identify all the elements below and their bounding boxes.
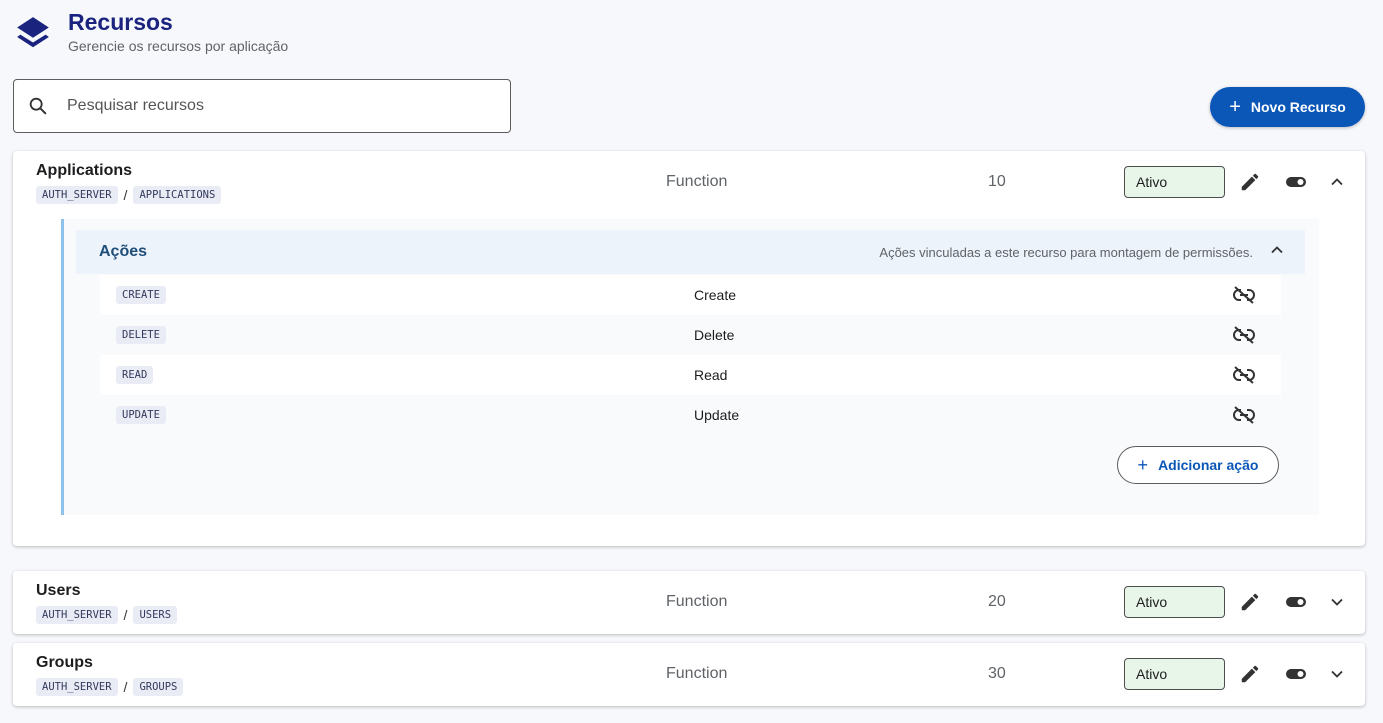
path-separator: / xyxy=(123,607,128,623)
page-subtitle: Gerencie os recursos por aplicação xyxy=(68,38,289,54)
page-title: Recursos xyxy=(68,9,173,35)
action-code: UPDATE xyxy=(116,406,166,424)
chevron-down-icon[interactable] xyxy=(1325,590,1349,614)
page-header: Recursos Gerencie os recursos por aplica… xyxy=(14,6,288,54)
toggle-icon[interactable] xyxy=(1284,590,1308,614)
path-chip: USERS xyxy=(133,606,178,624)
action-label: Create xyxy=(694,287,737,303)
search-box[interactable] xyxy=(13,79,511,133)
resource-type: Function xyxy=(666,593,728,610)
action-label: Delete xyxy=(694,327,735,343)
action-code: DELETE xyxy=(116,326,166,344)
search-input[interactable] xyxy=(65,96,469,116)
search-icon xyxy=(29,97,47,115)
path-separator: / xyxy=(123,187,128,203)
resource-row[interactable]: Users AUTH_SERVER / USERS Function 20 At… xyxy=(13,571,1365,635)
new-resource-button[interactable]: + Novo Recurso xyxy=(1210,87,1365,127)
chevron-up-icon[interactable] xyxy=(1325,170,1349,194)
resource-order: 30 xyxy=(988,665,1006,682)
status-badge: Ativo xyxy=(1124,166,1225,198)
status-badge: Ativo xyxy=(1124,586,1225,618)
chevron-down-icon[interactable] xyxy=(1325,662,1349,686)
resource-name: Groups xyxy=(36,654,93,671)
new-resource-label: Novo Recurso xyxy=(1250,99,1346,115)
pencil-icon[interactable] xyxy=(1238,662,1262,686)
action-row: UPDATE Update xyxy=(100,395,1281,435)
resource-row[interactable]: Applications AUTH_SERVER / APPLICATIONS … xyxy=(13,151,1365,215)
action-row: DELETE Delete xyxy=(100,315,1281,355)
path-separator: / xyxy=(123,679,128,695)
action-row: CREATE Create xyxy=(100,275,1281,315)
plus-icon: + xyxy=(1229,96,1241,118)
link-off-icon[interactable] xyxy=(1232,323,1256,347)
toggle-icon[interactable] xyxy=(1284,662,1308,686)
actions-header[interactable]: Ações Ações vinculadas a este recurso pa… xyxy=(76,230,1305,274)
resource-path: AUTH_SERVER / GROUPS xyxy=(36,678,184,696)
link-off-icon[interactable] xyxy=(1232,403,1256,427)
action-code: CREATE xyxy=(116,286,166,304)
actions-description: Ações vinculadas a este recurso para mon… xyxy=(879,244,1253,260)
action-code: READ xyxy=(116,366,154,384)
link-off-icon[interactable] xyxy=(1232,363,1256,387)
resource-type: Function xyxy=(666,173,728,190)
resource-type: Function xyxy=(666,665,728,682)
resource-path: AUTH_SERVER / APPLICATIONS xyxy=(36,186,222,204)
link-off-icon[interactable] xyxy=(1232,283,1256,307)
action-label: Read xyxy=(694,367,728,383)
resource-order: 10 xyxy=(988,173,1006,190)
actions-title: Ações xyxy=(99,243,148,260)
path-chip: AUTH_SERVER xyxy=(36,186,118,204)
path-chip: AUTH_SERVER xyxy=(36,606,118,624)
action-row: READ Read xyxy=(100,355,1281,395)
chevron-up-icon[interactable] xyxy=(1267,240,1287,265)
layers-icon xyxy=(17,17,49,48)
status-badge: Ativo xyxy=(1124,658,1225,690)
action-label: Update xyxy=(694,407,740,423)
path-chip: GROUPS xyxy=(133,678,184,696)
actions-panel: Ações Ações vinculadas a este recurso pa… xyxy=(61,219,1319,515)
resource-order: 20 xyxy=(988,593,1006,610)
pencil-icon[interactable] xyxy=(1238,170,1262,194)
path-chip: APPLICATIONS xyxy=(133,186,222,204)
resource-row[interactable]: Groups AUTH_SERVER / GROUPS Function 30 … xyxy=(13,643,1365,707)
plus-icon: + xyxy=(1137,454,1149,475)
resource-name: Applications xyxy=(36,162,133,179)
add-action-label: Adicionar ação xyxy=(1158,457,1259,473)
resource-card-applications: Applications AUTH_SERVER / APPLICATIONS … xyxy=(13,151,1365,546)
resource-card-users: Users AUTH_SERVER / USERS Function 20 At… xyxy=(13,571,1365,634)
resource-path: AUTH_SERVER / USERS xyxy=(36,606,178,624)
resource-name: Users xyxy=(36,582,81,599)
resource-card-groups: Groups AUTH_SERVER / GROUPS Function 30 … xyxy=(13,643,1365,706)
path-chip: AUTH_SERVER xyxy=(36,678,118,696)
add-action-button[interactable]: + Adicionar ação xyxy=(1117,446,1279,484)
toggle-icon[interactable] xyxy=(1284,170,1308,194)
pencil-icon[interactable] xyxy=(1238,590,1262,614)
